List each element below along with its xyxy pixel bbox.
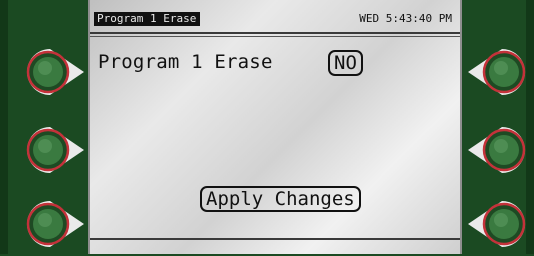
apply-changes-button[interactable]: Apply Changes xyxy=(200,186,361,212)
status-bar: Program 1 Erase WED 5:43:40 PM xyxy=(90,0,460,34)
softkey-button-icon xyxy=(468,127,526,173)
left-softkey-3[interactable] xyxy=(18,198,88,250)
softkey-button-icon xyxy=(26,201,84,247)
softkey-button-icon xyxy=(468,49,526,95)
right-softkey-2[interactable] xyxy=(464,124,534,176)
lcd-screen: Program 1 Erase WED 5:43:40 PM Program 1… xyxy=(88,0,462,254)
left-softkey-2[interactable] xyxy=(18,124,88,176)
clock-display: WED 5:43:40 PM xyxy=(359,12,452,25)
program-erase-value-selector[interactable]: NO xyxy=(328,50,363,76)
footer-bar xyxy=(90,238,460,256)
softkey-button-icon xyxy=(468,201,526,247)
softkey-button-icon xyxy=(26,127,84,173)
screen-title: Program 1 Erase xyxy=(94,12,201,26)
right-softkey-3[interactable] xyxy=(464,198,534,250)
bezel-left-edge xyxy=(0,0,8,254)
softkey-button-icon xyxy=(26,49,84,95)
left-softkey-1[interactable] xyxy=(18,46,88,98)
program-erase-label: Program 1 Erase xyxy=(98,51,273,73)
right-softkey-1[interactable] xyxy=(464,46,534,98)
header-divider xyxy=(90,36,460,37)
